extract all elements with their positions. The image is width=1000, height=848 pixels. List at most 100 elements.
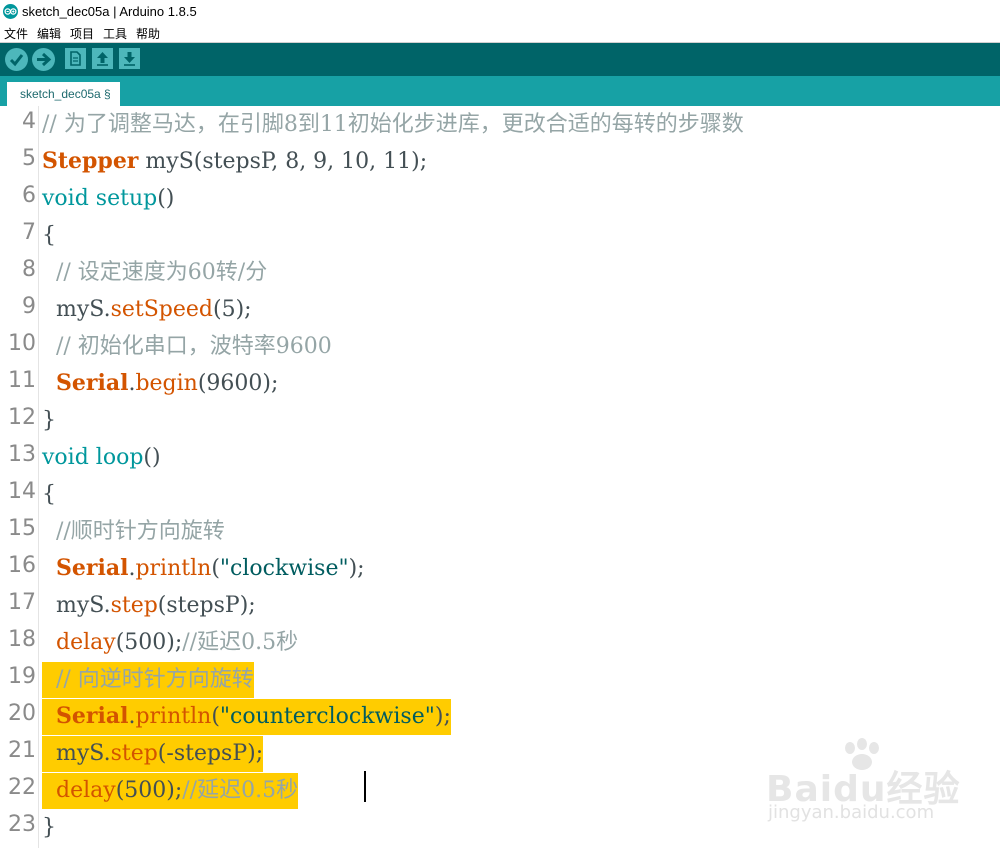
line-number: 10 bbox=[8, 331, 36, 356]
code-line[interactable]: 13 void loop() bbox=[0, 439, 1000, 476]
code-token: setSpeed bbox=[110, 297, 213, 322]
code-text: //顺时针方向旋转 bbox=[42, 513, 225, 550]
code-token: begin bbox=[135, 371, 198, 396]
code-text: // 向逆时针方向旋转 bbox=[42, 661, 254, 698]
menu-sketch[interactable]: 项目 bbox=[70, 25, 94, 42]
code-token: println bbox=[135, 556, 212, 581]
code-line[interactable]: 7{ bbox=[0, 217, 1000, 254]
code-token: Serial bbox=[56, 555, 129, 581]
line-number: 14 bbox=[8, 479, 36, 504]
code-text: void setup() bbox=[42, 180, 174, 217]
code-line[interactable]: 5 Stepper myS(stepsP, 8, 9, 10, 11); bbox=[0, 143, 1000, 180]
code-token: step bbox=[110, 593, 158, 618]
code-token: // 初始化串口，波特率9600 bbox=[42, 334, 332, 359]
verify-icon bbox=[9, 54, 24, 67]
line-number: 12 bbox=[8, 405, 36, 430]
line-number: 6 bbox=[22, 183, 36, 208]
code-token: // 设定速度为60转/分 bbox=[42, 260, 268, 285]
verify-button[interactable] bbox=[5, 48, 28, 71]
line-number: 21 bbox=[8, 738, 36, 763]
watermark-url: jingyan.baidu.com bbox=[768, 802, 935, 823]
code-text: delay(500);//延迟0.5秒 bbox=[42, 772, 298, 809]
code-token: void bbox=[42, 445, 89, 470]
code-token: void bbox=[42, 186, 89, 211]
code-line[interactable]: 4// 为了调整马达，在引脚8到11初始化步进库，更改合适的每转的步骤数 bbox=[0, 106, 1000, 143]
menu-file[interactable]: 文件 bbox=[4, 25, 28, 42]
code-text: void loop() bbox=[42, 439, 161, 476]
code-token: //顺时针方向旋转 bbox=[42, 519, 225, 544]
code-token: "counterclockwise" bbox=[219, 704, 435, 729]
menu-help[interactable]: 帮助 bbox=[136, 25, 160, 42]
line-number: 18 bbox=[8, 627, 36, 652]
code-token: () bbox=[143, 445, 161, 470]
code-token: myS. bbox=[42, 297, 111, 322]
code-editor[interactable]: 4// 为了调整马达，在引脚8到11初始化步进库，更改合适的每转的步骤数 5 Ste… bbox=[0, 106, 1000, 848]
code-token: // 向逆时针方向旋转 bbox=[42, 667, 254, 692]
code-token: setup bbox=[95, 186, 158, 211]
code-text: } bbox=[42, 809, 56, 846]
menu-bar: 文件 编辑 项目 工具 帮助 bbox=[0, 23, 1000, 43]
code-token: (stepsP); bbox=[157, 593, 256, 618]
upload-button[interactable] bbox=[32, 48, 55, 71]
open-icon bbox=[97, 52, 108, 66]
code-token: //延迟0.5秒 bbox=[182, 778, 299, 803]
code-token: ( bbox=[211, 704, 220, 729]
code-token: delay bbox=[56, 630, 116, 655]
code-token: } bbox=[42, 815, 56, 840]
menu-tools[interactable]: 工具 bbox=[103, 25, 127, 42]
tab-label: sketch_dec05a § bbox=[20, 87, 111, 101]
code-token: (500); bbox=[115, 630, 183, 655]
open-button[interactable] bbox=[92, 48, 113, 69]
code-line[interactable]: 6 void setup() bbox=[0, 180, 1000, 217]
code-text: // 为了调整马达，在引脚8到11初始化步进库，更改合适的每转的步骤数 bbox=[42, 106, 744, 143]
code-token: step bbox=[110, 741, 158, 766]
code-line[interactable]: 11 Serial.begin(9600); bbox=[0, 365, 1000, 402]
line-number: 7 bbox=[22, 220, 36, 245]
code-line[interactable]: 15 //顺时针方向旋转 bbox=[0, 513, 1000, 550]
line-number: 4 bbox=[22, 109, 36, 134]
code-token: } bbox=[42, 408, 56, 433]
code-line[interactable]: 14{ bbox=[0, 476, 1000, 513]
line-number: 9 bbox=[22, 294, 36, 319]
code-line[interactable]: 10 // 初始化串口，波特率9600 bbox=[0, 328, 1000, 365]
code-text: { bbox=[42, 217, 56, 254]
code-token: //延迟0.5秒 bbox=[182, 630, 299, 655]
code-line[interactable]: 17 myS.step(stepsP); bbox=[0, 587, 1000, 624]
code-line[interactable]: 16 Serial.println("clockwise"); bbox=[0, 550, 1000, 587]
code-token: { bbox=[42, 482, 56, 507]
code-token: (500); bbox=[115, 778, 183, 803]
tab-sketch[interactable]: sketch_dec05a § bbox=[7, 82, 120, 106]
new-button[interactable] bbox=[65, 48, 86, 69]
code-token: (-stepsP); bbox=[157, 741, 264, 766]
code-line[interactable]: 19 // 向逆时针方向旋转 bbox=[0, 661, 1000, 698]
code-token: println bbox=[135, 704, 212, 729]
code-token: { bbox=[42, 223, 56, 248]
code-token: Serial bbox=[56, 703, 129, 729]
code-line[interactable]: 9 myS.setSpeed(5); bbox=[0, 291, 1000, 328]
window-title: sketch_dec05a | Arduino 1.8.5 bbox=[22, 4, 197, 19]
code-token: Stepper bbox=[42, 148, 139, 174]
code-text: myS.step(-stepsP); bbox=[42, 735, 263, 772]
code-token: ); bbox=[348, 556, 365, 581]
text-cursor bbox=[364, 771, 366, 802]
code-token: ( bbox=[211, 556, 220, 581]
code-token: "clockwise" bbox=[219, 556, 349, 581]
code-text: delay(500);//延迟0.5秒 bbox=[42, 624, 298, 661]
code-line[interactable]: 12} bbox=[0, 402, 1000, 439]
code-line[interactable]: 20 Serial.println("counterclockwise"); bbox=[0, 698, 1000, 735]
line-number: 22 bbox=[8, 775, 36, 800]
menu-edit[interactable]: 编辑 bbox=[37, 25, 61, 42]
upload-icon bbox=[37, 52, 52, 67]
line-number: 20 bbox=[8, 701, 36, 726]
code-line[interactable]: 8 // 设定速度为60转/分 bbox=[0, 254, 1000, 291]
code-line[interactable]: 18 delay(500);//延迟0.5秒 bbox=[0, 624, 1000, 661]
save-button[interactable] bbox=[119, 48, 140, 69]
title-bar: sketch_dec05a | Arduino 1.8.5 bbox=[0, 0, 1000, 23]
line-number: 19 bbox=[8, 664, 36, 689]
